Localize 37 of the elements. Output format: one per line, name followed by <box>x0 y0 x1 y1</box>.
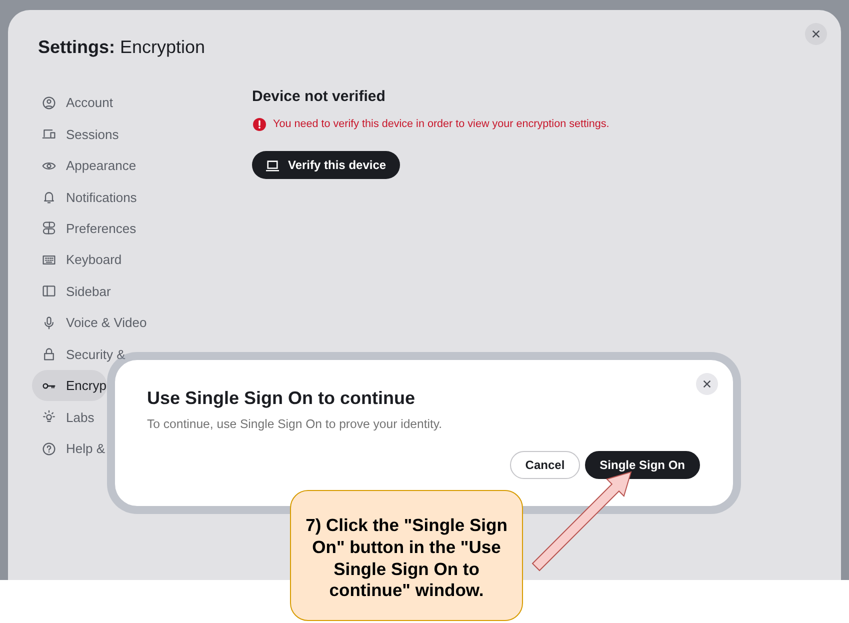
lightbulb-icon <box>42 410 56 424</box>
bell-icon <box>42 190 56 204</box>
close-icon <box>812 30 820 38</box>
sidebar-item[interactable]: Notifications <box>32 181 147 213</box>
sidebar-item[interactable]: Security & <box>32 338 136 370</box>
laptop-icon <box>265 158 280 172</box>
callout-note: 7) Click the "Single Sign On" button in the "Use Single Sign On to continue" window. <box>290 490 523 621</box>
close-button[interactable] <box>805 23 827 45</box>
error-message: You need to verify this device in order to view your encryption settings. <box>273 117 610 132</box>
toggles-icon <box>42 221 56 236</box>
settings-title: Settings: Encryption <box>38 37 206 57</box>
user-circle-icon <box>42 96 56 110</box>
sidebar-item[interactable]: Sidebar <box>32 276 121 308</box>
sidebar-item[interactable]: Account <box>32 87 123 118</box>
sidebar-item[interactable]: Keyboard <box>32 244 132 276</box>
section-heading: Device not verified <box>252 87 386 107</box>
devices-icon <box>42 127 56 142</box>
dialog-title: Use Single Sign On to continue <box>147 387 416 410</box>
help-icon <box>42 442 56 456</box>
sidebar-item[interactable]: Encryp <box>32 370 107 402</box>
sidebar-panel-icon <box>42 284 56 298</box>
sidebar-item[interactable]: Preferences <box>32 212 146 244</box>
sidebar-item[interactable]: Sessions <box>32 118 129 150</box>
microphone-icon <box>42 316 56 330</box>
cancel-button[interactable]: Cancel <box>510 451 580 479</box>
sidebar-item[interactable]: Labs <box>32 401 104 433</box>
alert-icon <box>253 118 266 130</box>
close-icon <box>703 380 711 388</box>
dialog-description: To continue, use Single Sign On to prove your identity. <box>147 416 444 432</box>
close-button[interactable] <box>696 373 718 395</box>
sidebar-item[interactable]: Appearance <box>32 150 146 182</box>
keyboard-icon <box>42 252 56 267</box>
verify-device-button[interactable]: Verify this device <box>252 151 400 179</box>
lock-icon <box>42 347 56 362</box>
sidebar-item[interactable]: Help & <box>32 432 116 464</box>
confirm-button[interactable]: Single Sign On <box>584 451 700 479</box>
sidebar-item[interactable]: Voice & Video <box>32 307 157 338</box>
